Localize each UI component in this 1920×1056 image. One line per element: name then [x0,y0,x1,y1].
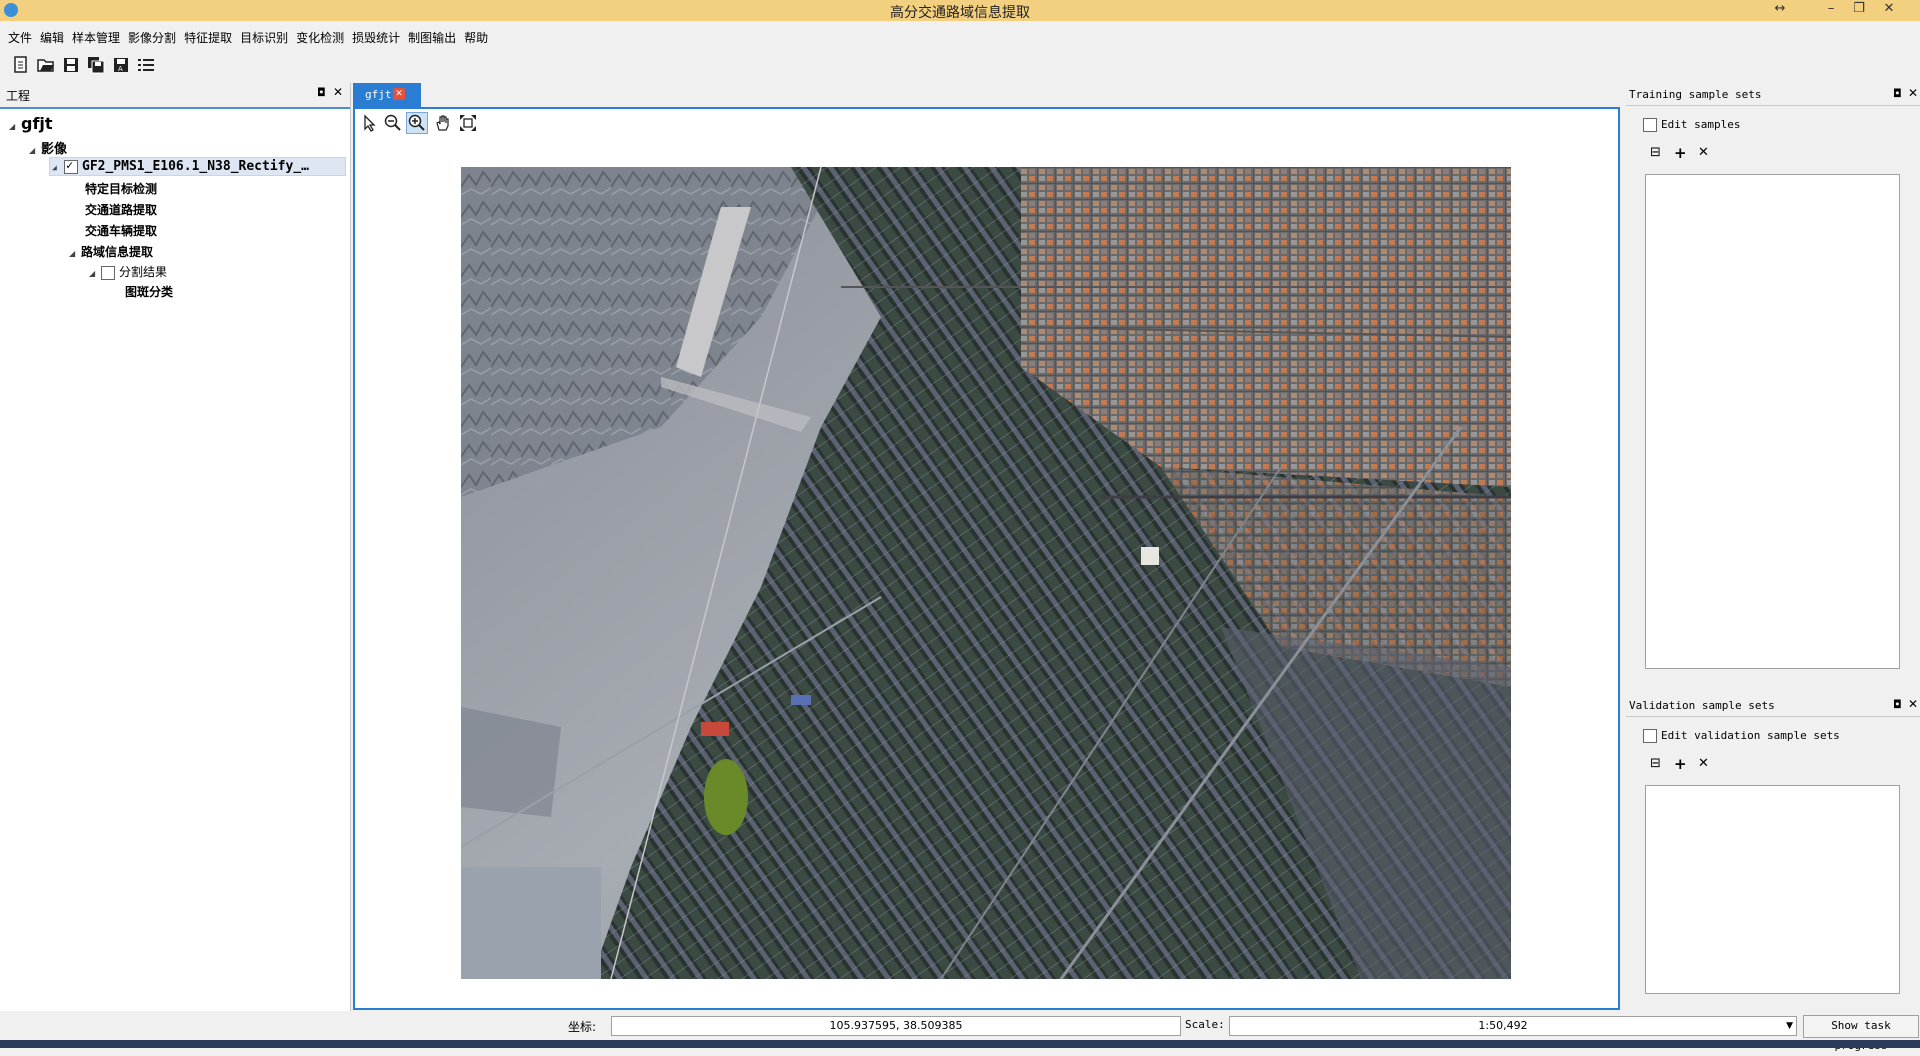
tab-close-icon[interactable]: ✕ [393,88,405,100]
scale-dropdown[interactable]: 1:50,492 ▼ [1229,1016,1797,1036]
tab-gfjt[interactable]: gfjt ✕ [353,83,421,107]
close-panel-icon[interactable]: ✕ [1908,697,1918,711]
close-panel-icon[interactable]: ✕ [333,85,343,99]
tab-label: gfjt [365,88,392,101]
image-layer-label: GF2_PMS1_E106.1_N38_Rectify_… [82,159,309,174]
menu-item[interactable]: 文件 [4,26,36,46]
edit-samples-checkbox[interactable] [1643,117,1657,132]
menu-item[interactable]: 影像分割 [124,26,180,46]
layer-visibility-checkbox[interactable] [64,158,78,174]
pan-hand-icon[interactable] [434,114,452,132]
resize-icon[interactable]: ↔ [1767,1,1793,16]
tree-item-label: 路域信息提取 [81,245,154,259]
new-file-icon[interactable] [12,56,30,74]
coordinate-field: 105.937595, 38.509385 [611,1016,1181,1036]
chevron-down-icon[interactable]: ▼ [1786,1017,1793,1035]
menu-item[interactable]: 编辑 [36,26,68,46]
os-taskbar [0,1040,1920,1048]
edit-validation-toggle[interactable]: Edit validation sample sets [1643,728,1840,743]
tree-item-label: 特定目标检测 [85,182,158,196]
menu-item[interactable]: 损毁统计 [348,26,404,46]
menu-bar: 文件 编辑 样本管理 影像分割 特征提取 目标识别 变化检测 损毁统计 制图输出 帮助 [0,23,1920,45]
zoom-out-icon[interactable] [384,114,402,132]
float-panel-icon[interactable]: ◘ [317,86,326,99]
expand-icon[interactable]: ◢ [89,269,101,278]
sample-table-icon[interactable]: ⊟ [1650,145,1661,160]
tree-item[interactable]: 特定目标检测 [85,180,157,197]
sample-table-icon[interactable]: ⊟ [1650,756,1661,771]
project-panel [0,83,351,1011]
scale-label: Scale: [1185,1018,1225,1031]
expand-icon[interactable]: ◢ [29,146,41,155]
tree-item[interactable]: ◢ 路域信息提取 [69,243,153,260]
training-sample-list[interactable] [1645,174,1900,669]
project-panel-title: 工程 [6,89,31,103]
tree-image-layer[interactable]: ◢ GF2_PMS1_E106.1_N38_Rectify_… [49,157,346,176]
float-panel-icon[interactable]: ◘ [1893,87,1902,100]
tree-group[interactable]: ◢ 影像 [29,138,67,157]
tree-item-label: 交通车辆提取 [85,224,158,238]
tree-sub-layer[interactable]: ◢ 分割结果 [89,263,167,280]
menu-item[interactable]: 制图输出 [404,26,460,46]
validation-sample-list[interactable] [1645,785,1900,994]
close-window-button[interactable]: ✕ [1876,1,1902,16]
validation-panel: Validation sample sets ◘ ✕ Edit validati… [1626,694,1920,1010]
edit-samples-toggle[interactable]: Edit samples [1643,117,1740,132]
tree-item[interactable]: 交通车辆提取 [85,222,157,239]
zoom-in-icon[interactable] [406,112,428,134]
add-icon[interactable]: + [1674,144,1687,162]
svg-text:A: A [118,65,123,73]
menu-item[interactable]: 目标识别 [236,26,292,46]
save-as-icon[interactable]: A [112,56,130,74]
tree-root[interactable]: ◢ gfjt [9,114,53,133]
project-panel-header: 工程 ◘ ✕ [0,83,350,109]
scale-value: 1:50,492 [1478,1019,1528,1032]
tree-root-label: gfjt [21,114,53,133]
menu-item[interactable]: 特征提取 [180,26,236,46]
edit-samples-label: Edit samples [1661,118,1741,131]
coordinate-label: 坐标: [568,1020,597,1034]
open-folder-icon[interactable] [37,56,55,74]
tree-item[interactable]: 交通道路提取 [85,201,157,218]
show-task-progress-button[interactable]: Show task progress [1803,1015,1919,1052]
menu-item[interactable]: 样本管理 [68,26,124,46]
edit-validation-checkbox[interactable] [1643,728,1657,743]
satellite-image [461,167,1511,979]
float-panel-icon[interactable]: ◘ [1893,698,1902,711]
minimize-button[interactable]: – [1818,1,1844,16]
delete-icon[interactable]: ✕ [1698,145,1709,160]
expand-icon[interactable]: ◢ [52,163,64,172]
restore-button[interactable]: ❐ [1846,1,1872,16]
expand-icon[interactable]: ◢ [69,249,81,258]
edit-validation-label: Edit validation sample sets [1661,729,1840,742]
menu-item[interactable]: 变化检测 [292,26,348,46]
add-icon[interactable]: + [1674,755,1687,773]
title-bar: 高分交通路域信息提取 ↔ – ❐ ✕ [0,0,1920,21]
expand-icon[interactable]: ◢ [9,122,21,131]
close-panel-icon[interactable]: ✕ [1908,86,1918,100]
training-panel: Training sample sets ◘ ✕ Edit samples ⊟ … [1626,83,1920,683]
sub-layer-checkbox[interactable] [101,265,115,280]
tree-item-label: 交通道路提取 [85,203,158,217]
sub-layer-label: 分割结果 [119,265,168,279]
training-panel-title: Training sample sets [1629,88,1762,101]
validation-panel-title: Validation sample sets [1629,699,1775,712]
list-icon[interactable] [137,56,155,74]
save-all-icon[interactable] [87,56,105,74]
save-icon[interactable] [62,56,80,74]
tree-item-label: 图斑分类 [125,285,174,299]
tree-item[interactable]: 图斑分类 [125,283,173,300]
toolbar: A [0,52,1920,80]
menu-item[interactable]: 帮助 [460,26,492,46]
delete-icon[interactable]: ✕ [1698,756,1709,771]
tree-group-label: 影像 [41,142,68,157]
select-pointer-icon[interactable] [361,114,379,132]
full-extent-icon[interactable] [459,114,477,132]
window-title: 高分交通路域信息提取 [890,5,1030,21]
